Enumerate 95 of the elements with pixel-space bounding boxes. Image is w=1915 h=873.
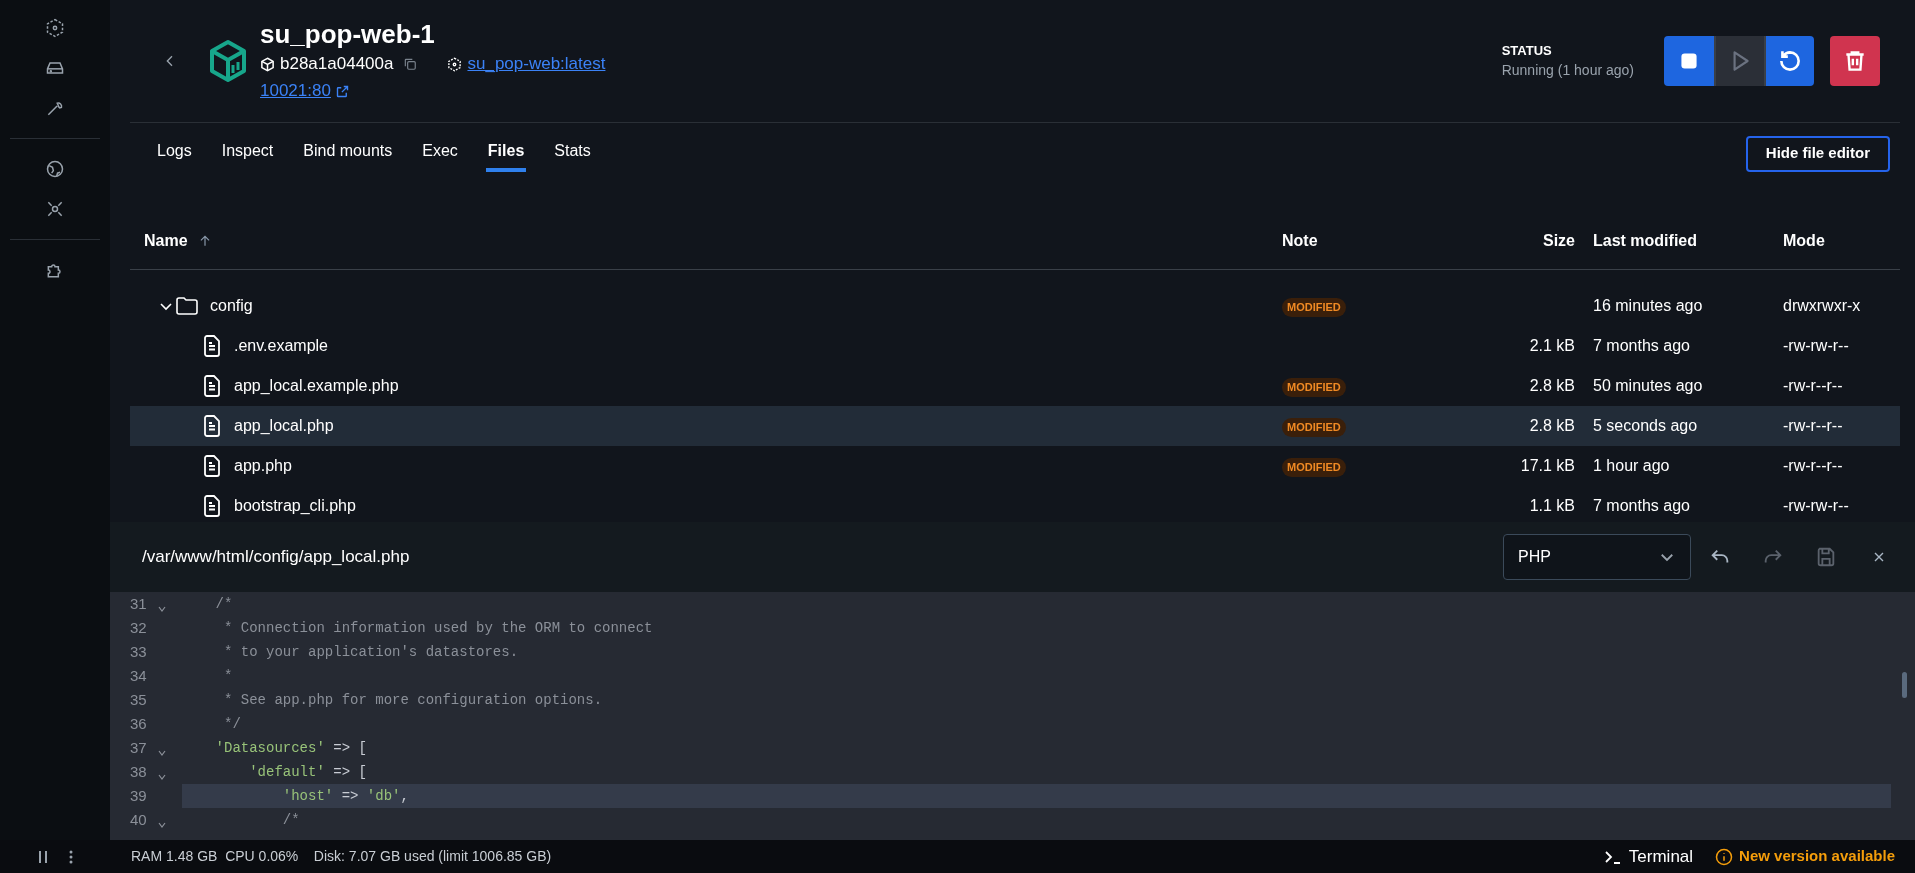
- file-size: 2.1 kB: [1529, 337, 1575, 354]
- last-modified: 7 months ago: [1593, 497, 1690, 514]
- file-mode: -rw-r--r--: [1783, 457, 1843, 474]
- terminal-button[interactable]: Terminal: [1604, 843, 1694, 870]
- file-icon: [203, 455, 221, 477]
- copy-icon[interactable]: [403, 57, 418, 71]
- file-icon: [203, 415, 221, 437]
- line-number: 40: [130, 809, 148, 830]
- container-title: su_pop-web-1: [260, 18, 436, 51]
- cube-icon: [260, 56, 275, 72]
- scrollbar-thumb[interactable]: [1902, 672, 1907, 698]
- chevron-icon[interactable]: [160, 300, 172, 312]
- file-name: bootstrap_cli.php: [234, 496, 356, 516]
- column-header[interactable]: Note: [1282, 231, 1318, 249]
- hide-file-editor-button[interactable]: Hide file editor: [1745, 135, 1890, 172]
- last-modified: 16 minutes ago: [1593, 297, 1703, 314]
- column-header[interactable]: Last modified: [1593, 231, 1697, 249]
- file-icon: [203, 375, 221, 397]
- line-number: 33: [130, 641, 148, 662]
- restart-button[interactable]: [1764, 36, 1814, 86]
- tab[interactable]: Logs: [155, 134, 194, 172]
- file-size: 1.1 kB: [1529, 497, 1575, 514]
- cube-outline-icon[interactable]: [45, 18, 65, 38]
- new-version-link[interactable]: New version available: [1715, 845, 1895, 868]
- file-row[interactable]: app_local.php MODIFIED 2.8 kB 5 seconds ago -rw-r--r--: [130, 406, 1900, 446]
- file-mode: -rw-rw-r--: [1783, 497, 1849, 514]
- container-box-icon: [208, 39, 248, 83]
- status-text: Running (1 hour ago): [1501, 61, 1634, 81]
- tab[interactable]: Files: [485, 134, 527, 172]
- file-row[interactable]: .env.example 2.1 kB 7 months ago -rw-rw-r--: [130, 326, 1900, 366]
- file-mode: -rw-rw-r--: [1783, 337, 1849, 354]
- file-size: 2.8 kB: [1529, 377, 1575, 394]
- language-value: PHP: [1518, 547, 1551, 567]
- external-link-icon[interactable]: [334, 83, 350, 99]
- line-number: 37: [130, 737, 148, 758]
- globe-icon[interactable]: [45, 159, 65, 179]
- cube-outline-icon: [447, 56, 463, 72]
- file-name: .env.example: [234, 336, 328, 356]
- file-row[interactable]: app.php MODIFIED 17.1 kB 1 hour ago -rw-r--r--: [130, 446, 1900, 486]
- file-path: /var/www/html/config/app_local.php: [142, 546, 410, 569]
- status-label: STATUS: [1501, 41, 1553, 60]
- line-number: 35: [130, 689, 148, 710]
- file-name: app_local.example.php: [234, 376, 399, 396]
- file-size: 2.8 kB: [1529, 417, 1575, 434]
- line-number: 34: [130, 665, 148, 686]
- tab[interactable]: Stats: [552, 134, 593, 172]
- port-link[interactable]: 10021:80: [260, 78, 331, 104]
- line-number: 32: [130, 617, 148, 638]
- file-mode: drwxrwxr-x: [1783, 297, 1861, 314]
- file-name: app_local.php: [234, 416, 334, 436]
- modified-badge: MODIFIED: [1282, 378, 1346, 397]
- last-modified: 50 minutes ago: [1593, 377, 1703, 394]
- column-header[interactable]: Mode: [1783, 231, 1825, 249]
- line-number: 36: [130, 713, 148, 734]
- tab[interactable]: Bind mounts: [301, 134, 395, 172]
- fold-chevron-icon[interactable]: [158, 773, 166, 781]
- stop-button[interactable]: [1664, 36, 1714, 86]
- file-icon: [203, 495, 221, 517]
- fold-chevron-icon[interactable]: [158, 821, 166, 829]
- network-icon[interactable]: [45, 199, 65, 219]
- file-name: app.php: [234, 456, 292, 476]
- file-row[interactable]: app_local.example.php MODIFIED 2.8 kB 50 minutes ago -rw-r--r--: [130, 366, 1900, 406]
- modified-badge: MODIFIED: [1282, 458, 1346, 477]
- line-number: 38: [130, 761, 148, 782]
- container-id: b28a1a04400a: [280, 53, 394, 76]
- last-modified: 1 hour ago: [1593, 457, 1670, 474]
- file-row[interactable]: config MODIFIED 16 minutes ago drwxrwxr-x: [130, 286, 1900, 326]
- folder-icon: [176, 297, 198, 315]
- tab[interactable]: Exec: [420, 134, 460, 172]
- column-header[interactable]: Name: [144, 228, 188, 253]
- last-modified: 5 seconds ago: [1593, 417, 1698, 434]
- fold-chevron-icon[interactable]: [158, 605, 166, 613]
- modified-badge: MODIFIED: [1282, 418, 1346, 437]
- file-icon: [203, 335, 221, 357]
- delete-button[interactable]: [1830, 36, 1880, 86]
- file-mode: -rw-r--r--: [1783, 377, 1843, 394]
- column-header[interactable]: Size: [1543, 231, 1575, 249]
- panel-toggle-icon[interactable]: [37, 849, 49, 864]
- info-icon: [1715, 847, 1734, 866]
- resource-stats: RAM 1.48 GB CPU 0.06% Disk: 7.07 GB used (limit 1006.85 GB): [131, 847, 552, 866]
- restart-icon: [1777, 48, 1803, 74]
- last-modified: 7 months ago: [1593, 337, 1690, 354]
- file-size: 17.1 kB: [1520, 457, 1575, 474]
- terminal-prompt-icon: [1604, 849, 1621, 864]
- modified-badge: MODIFIED: [1282, 298, 1346, 317]
- more-vertical-icon[interactable]: [69, 849, 73, 864]
- fold-chevron-icon[interactable]: [158, 749, 166, 757]
- line-number: 31: [130, 593, 148, 614]
- file-row[interactable]: bootstrap_cli.php 1.1 kB 7 months ago -rw-rw-r--: [130, 486, 1900, 522]
- tab[interactable]: Inspect: [219, 134, 276, 172]
- language-select[interactable]: PHP: [1503, 534, 1691, 580]
- file-name: config: [210, 296, 253, 316]
- file-mode: -rw-r--r--: [1783, 417, 1843, 434]
- image-link[interactable]: su_pop-web:latest: [467, 51, 606, 77]
- line-number: 39: [130, 785, 148, 806]
